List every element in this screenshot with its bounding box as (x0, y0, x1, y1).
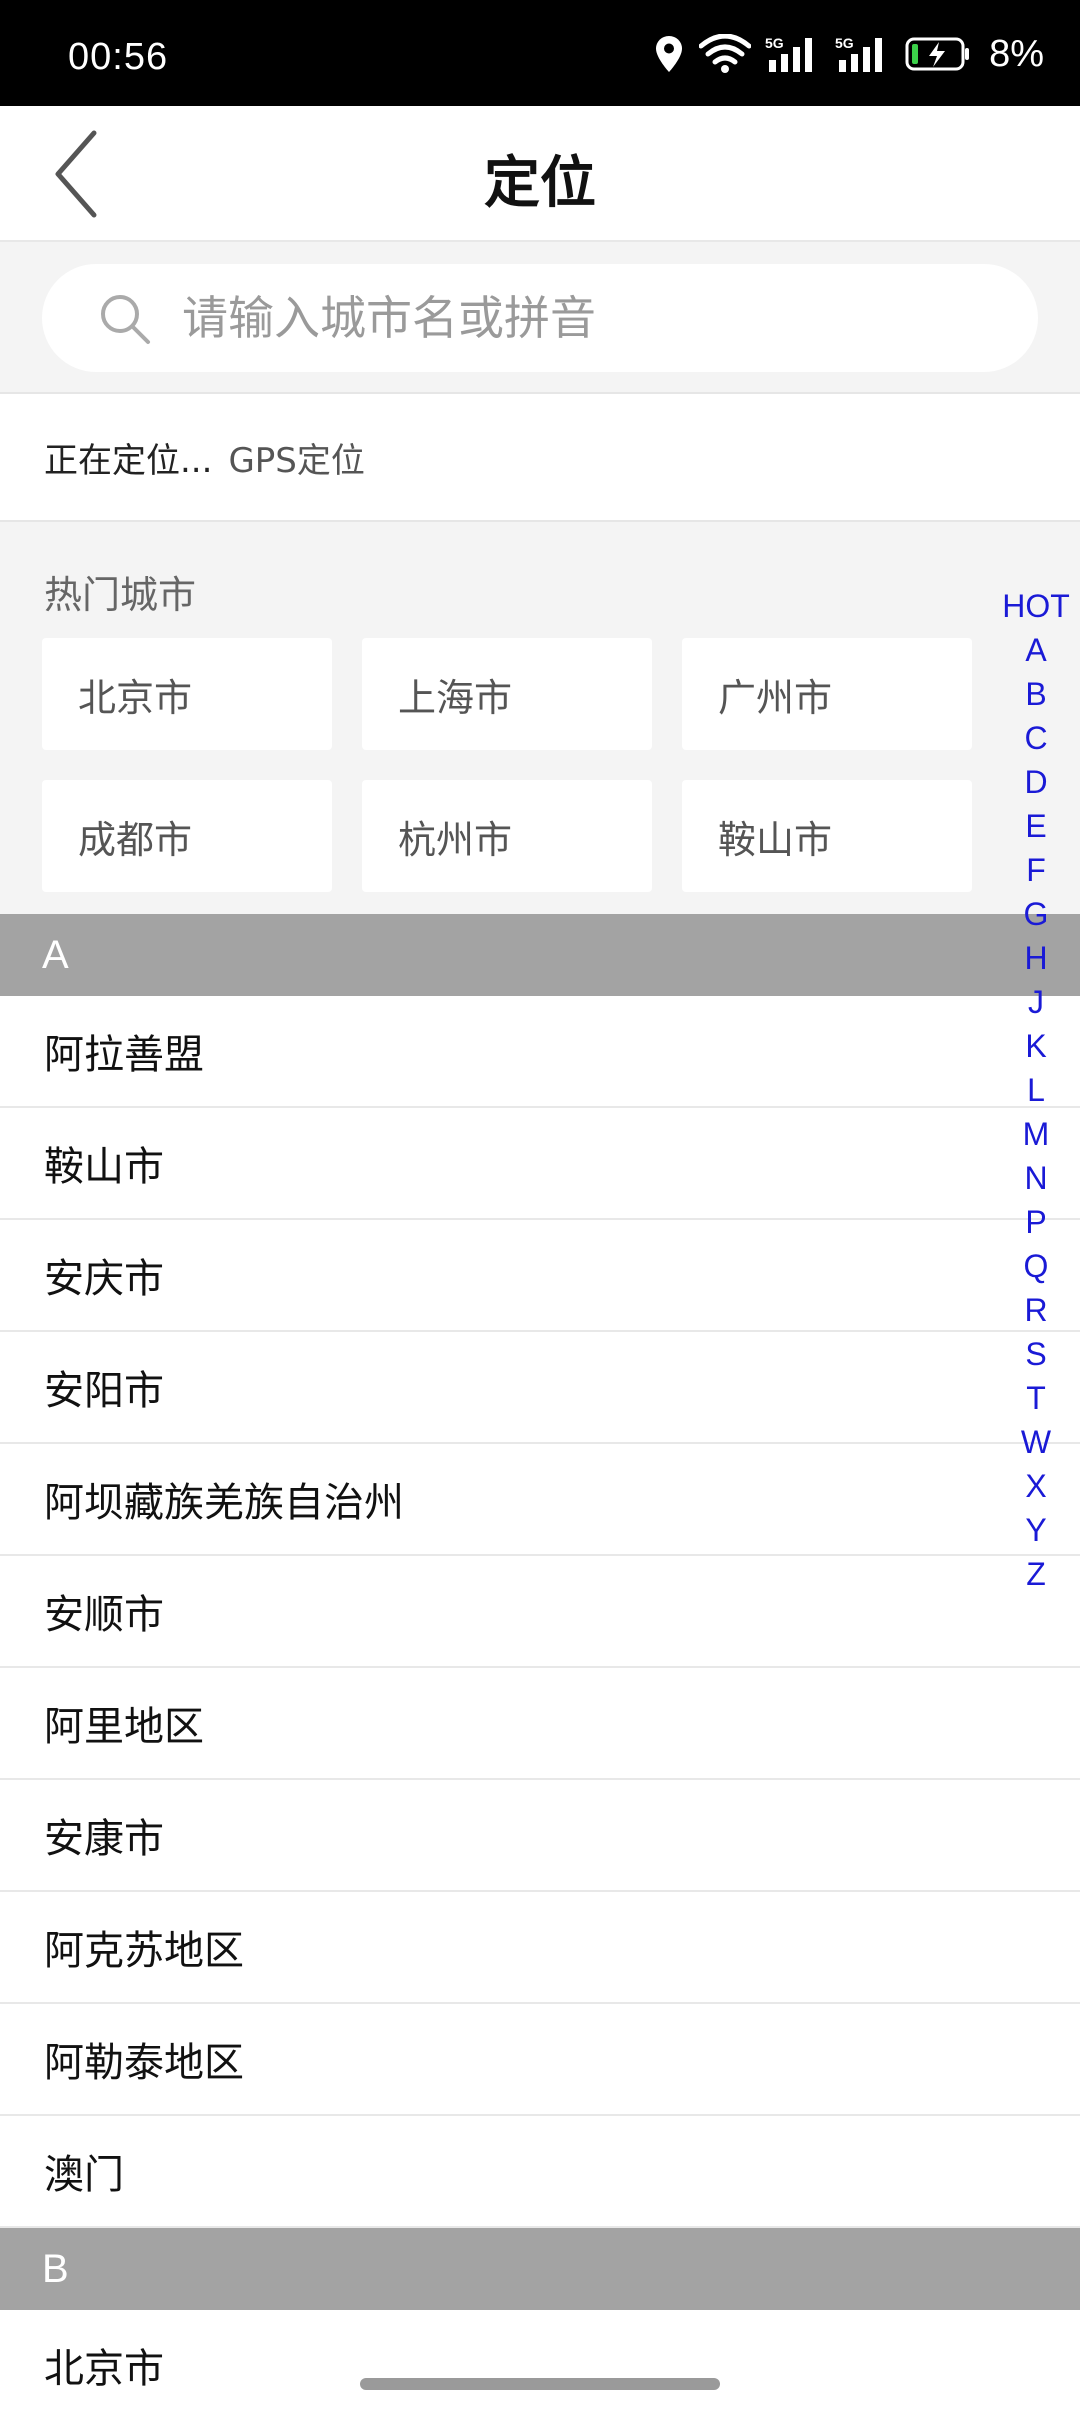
index-letter-y[interactable]: Y (1025, 1508, 1046, 1552)
page-title: 定位 (484, 151, 596, 216)
city-list-item[interactable]: 阿勒泰地区 (0, 2004, 1080, 2116)
index-letter-p[interactable]: P (1025, 1200, 1046, 1244)
index-letter-t[interactable]: T (1026, 1376, 1046, 1420)
signal-5g-icon: 5G (765, 30, 821, 78)
location-row[interactable]: 正在定位... GPS定位 (0, 394, 1080, 522)
city-list-item[interactable]: 安阳市 (0, 1332, 1080, 1444)
index-letter-s[interactable]: S (1025, 1332, 1046, 1376)
city-list-item[interactable]: 安康市 (0, 1780, 1080, 1892)
location-status: 正在定位... (44, 440, 213, 481)
status-bar: 00:56 5G 5G 8% (0, 0, 1080, 106)
hot-cities-section: 热门城市 北京市 上海市 广州市 成都市 杭州市 鞍山市 (0, 522, 1080, 914)
index-letter-a[interactable]: A (1025, 628, 1046, 672)
group-header-b: B (0, 2228, 1080, 2310)
index-letter-z[interactable]: Z (1026, 1552, 1046, 1596)
hot-cities-title: 热门城市 (44, 573, 197, 617)
hot-cities-grid: 北京市 上海市 广州市 成都市 杭州市 鞍山市 (42, 638, 972, 892)
battery-percent: 8% (989, 32, 1044, 75)
location-pin-icon (653, 30, 685, 78)
battery-charging-icon (905, 30, 971, 78)
city-list-item[interactable]: 鞍山市 (0, 1108, 1080, 1220)
gps-location-label[interactable]: GPS定位 (228, 433, 364, 482)
city-list-item[interactable]: 安顺市 (0, 1556, 1080, 1668)
home-indicator[interactable] (360, 2378, 720, 2390)
city-list-item[interactable]: 阿克苏地区 (0, 1892, 1080, 2004)
hot-city-button[interactable]: 鞍山市 (682, 780, 972, 892)
index-letter-hot[interactable]: HOT (1002, 584, 1070, 628)
index-letter-f[interactable]: F (1026, 848, 1046, 892)
hot-city-button[interactable]: 杭州市 (362, 780, 652, 892)
search-icon (101, 295, 150, 344)
wifi-icon (699, 30, 752, 78)
index-letter-m[interactable]: M (1023, 1112, 1050, 1156)
network-label: 5G (835, 35, 854, 51)
index-letter-b[interactable]: B (1025, 672, 1046, 716)
hot-city-button[interactable]: 北京市 (42, 638, 332, 750)
index-letter-n[interactable]: N (1024, 1156, 1047, 1200)
signal-5g-icon: 5G (835, 30, 891, 78)
index-letter-l[interactable]: L (1027, 1068, 1045, 1112)
city-list-item[interactable]: 阿里地区 (0, 1668, 1080, 1780)
status-icons: 5G 5G 8% (653, 30, 1044, 78)
index-letter-c[interactable]: C (1024, 716, 1047, 760)
city-list-item[interactable]: 阿坝藏族羌族自治州 (0, 1444, 1080, 1556)
status-time: 00:56 (68, 36, 169, 78)
search-input[interactable] (182, 264, 1002, 372)
header: 定位 (0, 106, 1080, 242)
city-list[interactable]: A 阿拉善盟 鞍山市 安庆市 安阳市 阿坝藏族羌族自治州 安顺市 阿里地区 安康… (0, 914, 1080, 2412)
index-letter-r[interactable]: R (1024, 1288, 1047, 1332)
index-letter-h[interactable]: H (1024, 936, 1047, 980)
search-box[interactable] (42, 264, 1038, 372)
index-letter-d[interactable]: D (1024, 760, 1047, 804)
alphabet-index-bar[interactable]: HOT A B C D E F G H J K L M N P Q R S T … (996, 584, 1076, 1596)
search-area (0, 242, 1080, 394)
index-letter-x[interactable]: X (1025, 1464, 1046, 1508)
network-label: 5G (765, 35, 784, 51)
index-letter-e[interactable]: E (1025, 804, 1046, 848)
index-letter-w[interactable]: W (1021, 1420, 1051, 1464)
city-list-item[interactable]: 安庆市 (0, 1220, 1080, 1332)
index-letter-j[interactable]: J (1028, 980, 1044, 1024)
city-list-item[interactable]: 阿拉善盟 (0, 996, 1080, 1108)
hot-city-button[interactable]: 成都市 (42, 780, 332, 892)
hot-city-button[interactable]: 上海市 (362, 638, 652, 750)
index-letter-k[interactable]: K (1025, 1024, 1046, 1068)
index-letter-g[interactable]: G (1024, 892, 1049, 936)
hot-city-button[interactable]: 广州市 (682, 638, 972, 750)
group-header-a: A (0, 914, 1080, 996)
city-list-item[interactable]: 澳门 (0, 2116, 1080, 2228)
city-list-item[interactable]: 北京市 (0, 2310, 1080, 2412)
index-letter-q[interactable]: Q (1024, 1244, 1049, 1288)
